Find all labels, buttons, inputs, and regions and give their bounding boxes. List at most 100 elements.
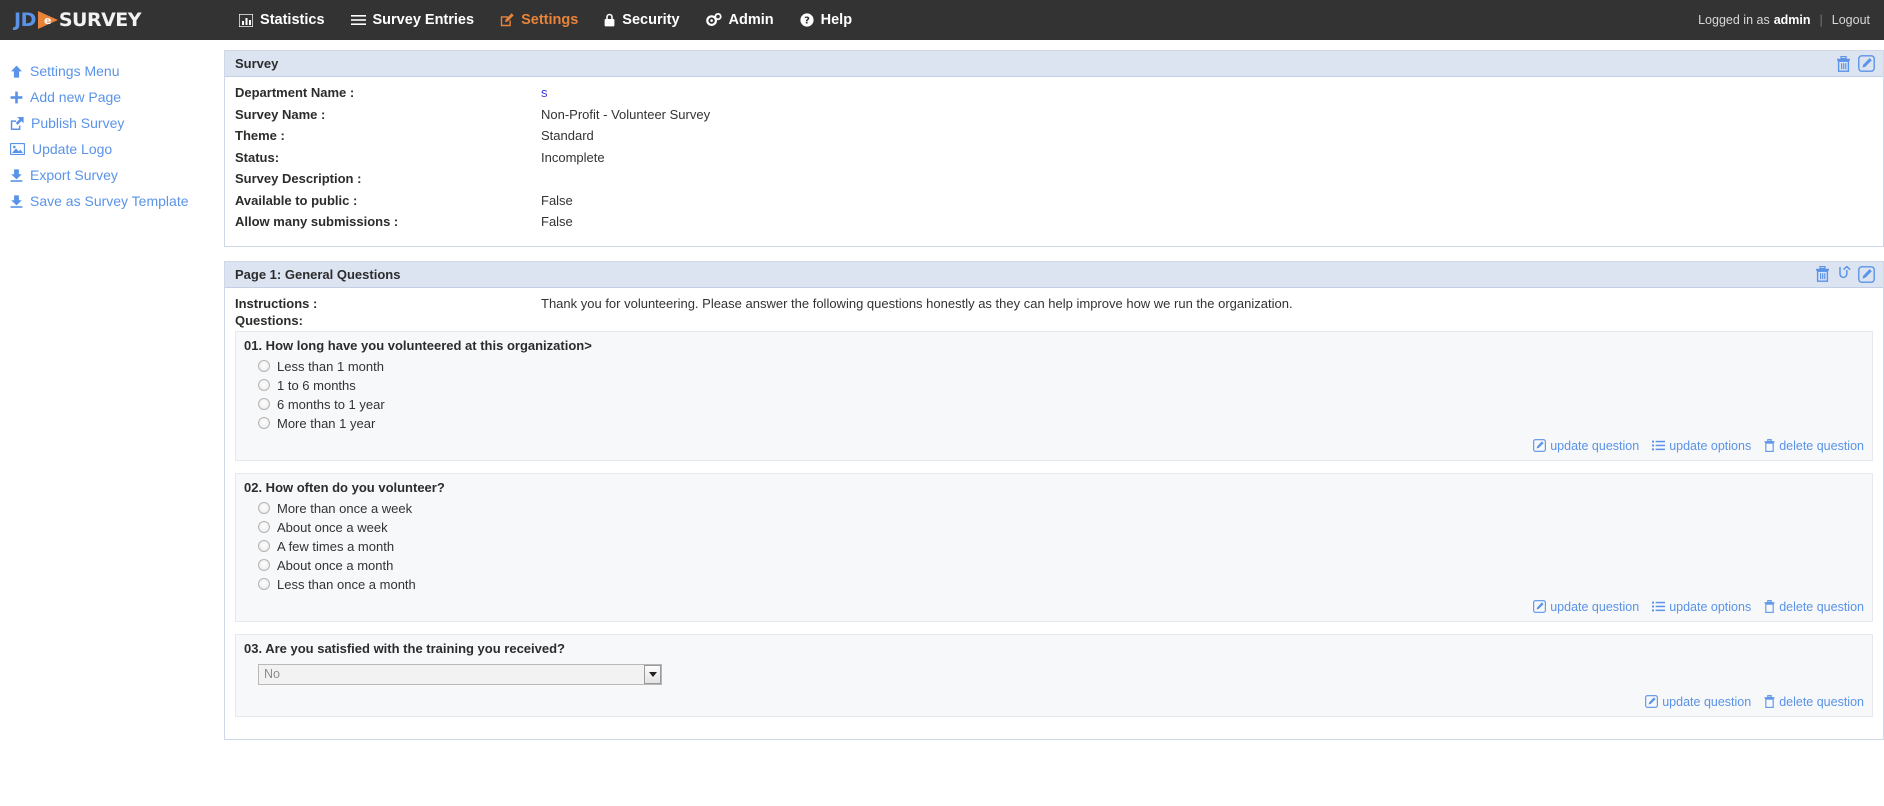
delete-page-icon[interactable] [1815, 266, 1830, 282]
question-option[interactable]: 1 to 6 months [258, 376, 1872, 395]
svg-text:e: e [44, 14, 51, 27]
action-label: update question [1550, 599, 1640, 614]
account-area: Logged in as admin | Logout [1698, 0, 1870, 40]
question-option[interactable]: Less than once a month [258, 575, 1872, 594]
logout-link[interactable]: Logout [1832, 13, 1870, 27]
trash-icon [1764, 439, 1775, 452]
nav-item-help[interactable]: ? Help [800, 12, 852, 28]
sidebar-label-export-survey: Export Survey [30, 167, 118, 183]
radio-button[interactable] [258, 540, 270, 552]
radio-button[interactable] [258, 502, 270, 514]
nav-divider: | [1819, 13, 1823, 27]
detail-label-department-name: Department Name : [235, 85, 355, 100]
app-logo[interactable]: JD e SURVEY [14, 9, 142, 31]
sidebar-label-publish-survey: Publish Survey [31, 115, 125, 131]
question-option[interactable]: More than 1 year [258, 414, 1872, 433]
update-question-link[interactable]: update question [1533, 439, 1639, 453]
update-question-link[interactable]: update question [1533, 600, 1639, 614]
detail-row: Status: Incomplete [235, 150, 1873, 172]
detail-value-department-name[interactable]: s [541, 85, 548, 100]
image-icon [10, 143, 25, 155]
edit-icon [1533, 600, 1547, 613]
nav-label-settings: Settings [521, 12, 579, 28]
nav-label-admin: Admin [728, 12, 774, 28]
delete-question-link[interactable]: delete question [1764, 695, 1864, 709]
question-option[interactable]: About once a week [258, 518, 1872, 537]
logged-in-username: admin [1773, 13, 1811, 27]
question-option[interactable]: 6 months to 1 year [258, 395, 1872, 414]
list-icon [1652, 440, 1666, 451]
action-label: delete question [1779, 599, 1864, 614]
edit-icon [500, 13, 514, 27]
update-options-link[interactable]: update options [1652, 600, 1751, 614]
survey-panel-body: Department Name : s Survey Name : Non-Pr… [225, 77, 1883, 246]
delete-question-link[interactable]: delete question [1764, 439, 1864, 453]
sidebar-item-add-new-page[interactable]: Add new Page [0, 84, 224, 110]
instructions-row: Instructions : Thank you for volunteerin… [235, 296, 1873, 311]
question-option[interactable]: A few times a month [258, 537, 1872, 556]
sidebar-label-update-logo: Update Logo [32, 141, 113, 157]
arrow-up-icon [10, 65, 23, 78]
detail-label-survey-description: Survey Description : [235, 171, 362, 186]
question-block: 02. How often do you volunteer? More tha… [235, 472, 1873, 622]
delete-question-link[interactable]: delete question [1764, 600, 1864, 614]
detail-value-allow-many-submissions: False [541, 214, 573, 229]
nav-item-survey-entries[interactable]: Survey Entries [350, 12, 474, 28]
detail-label-survey-name: Survey Name : [235, 106, 326, 122]
gears-icon [705, 13, 722, 27]
survey-panel-header: Survey [225, 51, 1883, 77]
add-question-icon[interactable] [1837, 265, 1851, 282]
sidebar-item-update-logo[interactable]: Update Logo [0, 136, 224, 162]
nav-item-statistics[interactable]: Statistics [239, 12, 325, 28]
nav-label-security: Security [622, 12, 680, 28]
detail-label-status: Status: [235, 149, 280, 165]
radio-button[interactable] [258, 521, 270, 533]
radio-button[interactable] [258, 578, 270, 590]
page-panel-body: Instructions : Thank you for volunteerin… [225, 288, 1883, 739]
update-options-link[interactable]: update options [1652, 439, 1751, 453]
detail-row: Survey Name : Non-Profit - Volunteer Sur… [235, 107, 1873, 129]
update-question-link[interactable]: update question [1645, 695, 1751, 709]
radio-button[interactable] [258, 398, 270, 410]
lock-icon [604, 13, 615, 27]
question-actions: update question update options delete qu… [236, 600, 1872, 621]
edit-page-icon[interactable] [1858, 265, 1875, 283]
nav-item-security[interactable]: Security [604, 12, 680, 28]
nav-label-help: Help [820, 12, 853, 28]
sidebar-item-export-survey[interactable]: Export Survey [0, 162, 224, 188]
option-label: About once a month [277, 557, 394, 573]
question-option[interactable]: About once a month [258, 556, 1872, 575]
radio-button[interactable] [258, 417, 270, 429]
trash-icon [1764, 600, 1775, 613]
radio-button[interactable] [258, 379, 270, 391]
radio-button[interactable] [258, 360, 270, 372]
top-navbar: JD e SURVEY Statistics Survey Entries Se… [0, 0, 1884, 40]
sidebar-item-publish-survey[interactable]: Publish Survey [0, 110, 224, 136]
plus-icon [10, 91, 23, 104]
detail-row: Department Name : s [235, 85, 1873, 107]
instructions-value: Thank you for volunteering. Please answe… [541, 295, 1293, 311]
question-text: 02. How often do you volunteer? [244, 479, 445, 495]
action-label: delete question [1779, 438, 1864, 453]
question-select[interactable]: No Yes [258, 663, 662, 685]
question-option[interactable]: Less than 1 month [258, 357, 1872, 376]
option-label: A few times a month [277, 538, 395, 554]
question-select-wrap: No Yes [236, 660, 1872, 695]
option-label: 1 to 6 months [277, 377, 356, 393]
page-panel: Page 1: General Questions Instructions:… [224, 260, 1884, 740]
edit-icon [1533, 439, 1547, 452]
question-dropdown[interactable]: No Yes [258, 663, 662, 685]
question-option[interactable]: More than once a week [258, 499, 1872, 518]
detail-label-allow-many-submissions: Allow many submissions : [235, 214, 399, 229]
chevron-down-icon[interactable] [644, 664, 661, 684]
delete-survey-icon[interactable] [1836, 55, 1851, 72]
nav-item-settings[interactable]: Settings [500, 12, 578, 28]
svg-text:?: ? [804, 16, 810, 27]
radio-button[interactable] [258, 559, 270, 571]
edit-survey-icon[interactable] [1858, 55, 1875, 72]
sidebar-item-settings-menu[interactable]: Settings Menu [0, 58, 224, 84]
question-actions: update question delete question [236, 695, 1872, 716]
nav-item-admin[interactable]: Admin [705, 12, 774, 28]
main-content: Survey Department Name: s Survey Name:… [224, 40, 1884, 754]
sidebar-item-save-as-survey-template[interactable]: Save as Survey Template [0, 188, 224, 214]
